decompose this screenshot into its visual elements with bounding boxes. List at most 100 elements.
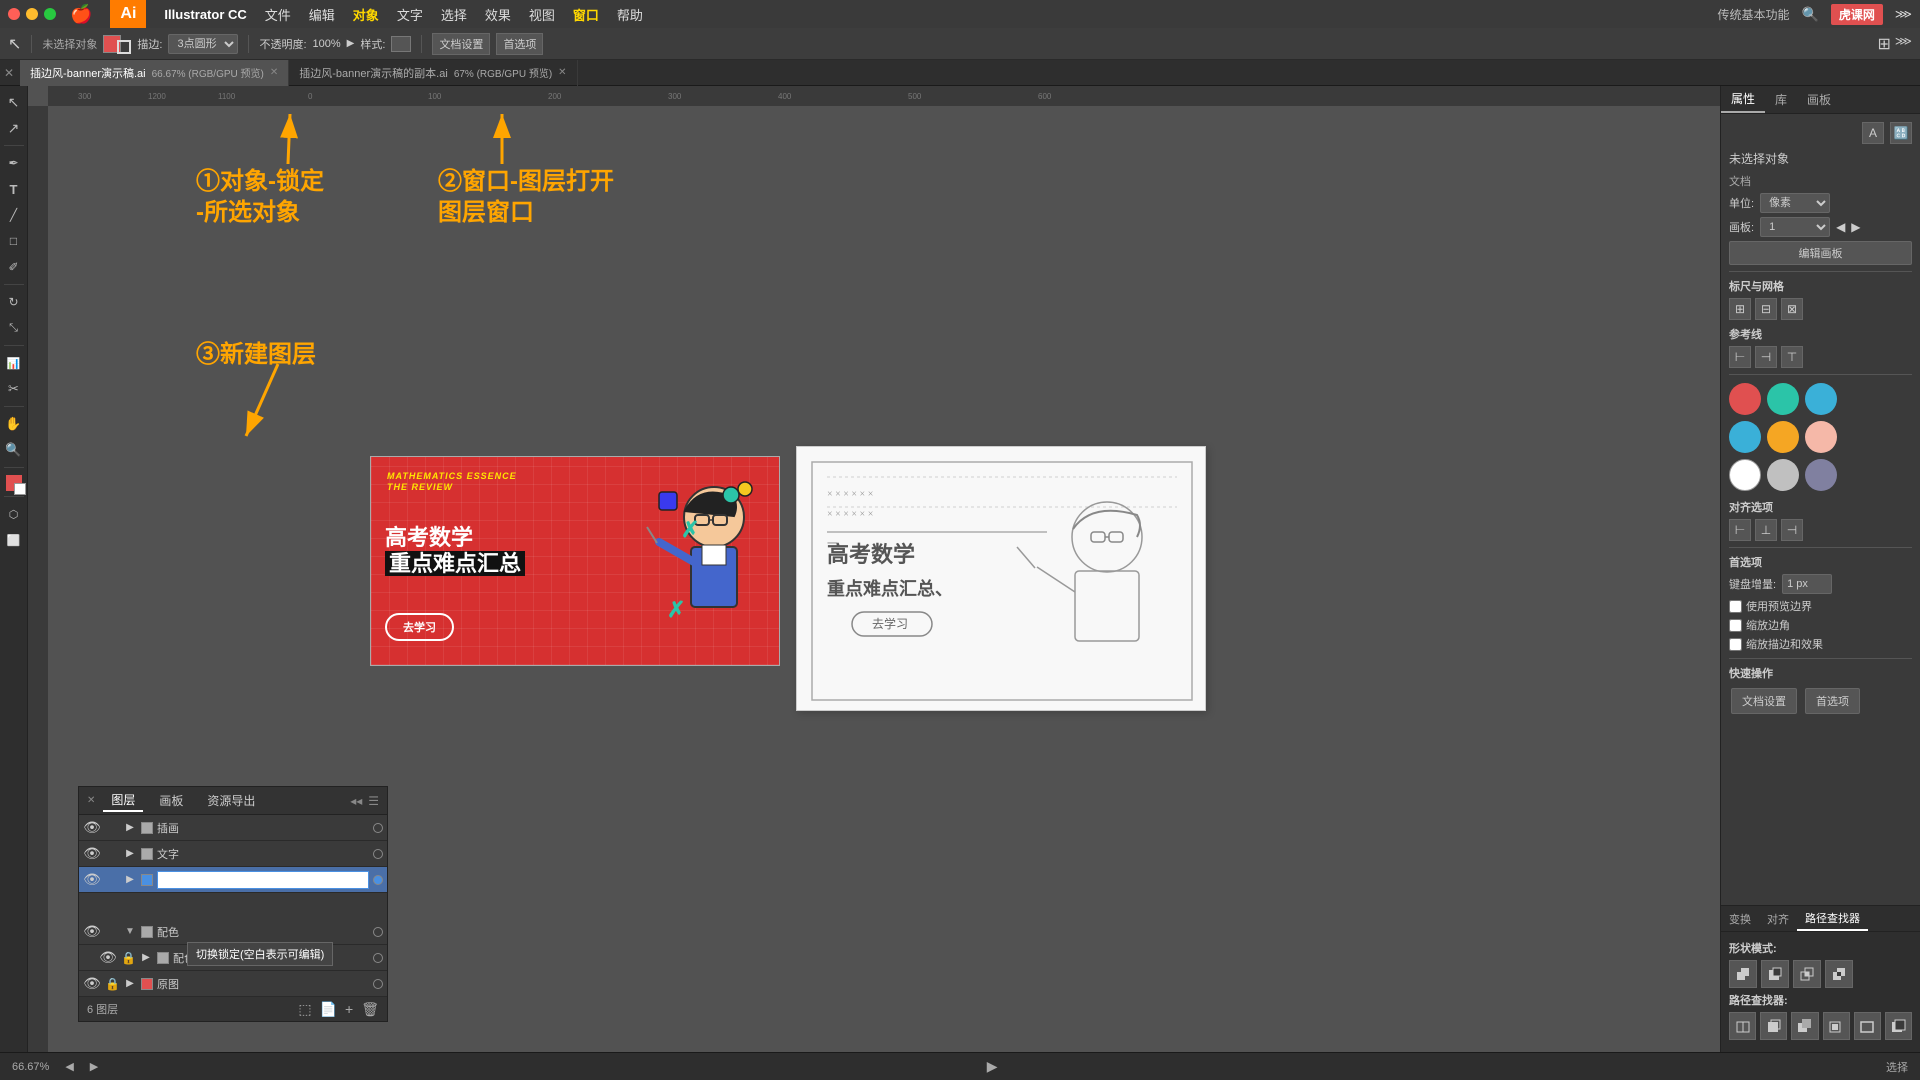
zoom-increase[interactable]: ▶ <box>90 1060 98 1073</box>
menu-edit[interactable]: 编辑 <box>301 3 343 26</box>
opacity-expand[interactable]: ▶ <box>347 38 355 49</box>
unit-select[interactable]: 像素 毫米 厘米 <box>1760 193 1830 213</box>
quick-preferences[interactable]: 首选项 <box>1805 688 1860 714</box>
use-preview-bounds-check[interactable]: 使用预览边界 <box>1729 598 1912 614</box>
fill-color-box[interactable] <box>6 475 22 491</box>
artboard-select[interactable]: 1 <box>1760 217 1830 237</box>
close-panel-icon[interactable]: ✕ <box>87 795 95 806</box>
rotate-tool[interactable]: ↻ <box>2 290 26 314</box>
new-sublayer-icon[interactable]: 📄 <box>320 1001 337 1018</box>
close-button[interactable] <box>8 8 20 20</box>
crop-button[interactable] <box>1823 1012 1850 1040</box>
search-icon[interactable]: 🔍 <box>1801 6 1818 23</box>
style-swatch[interactable] <box>391 36 411 52</box>
layer-name-input[interactable] <box>157 871 369 889</box>
select-tool[interactable]: ↖ <box>2 90 26 114</box>
trim-button[interactable] <box>1760 1012 1787 1040</box>
stroke-select[interactable]: 3点圆形 <box>168 34 238 54</box>
layer-expand-editing[interactable]: ▶ <box>123 874 137 885</box>
scale-corners-checkbox[interactable] <box>1729 619 1742 632</box>
expand-right-icon[interactable]: ⋙ <box>1895 34 1912 54</box>
tab-transform[interactable]: 变换 <box>1721 906 1759 931</box>
tab-1[interactable]: 插边风-banner演示稿.ai 66.67% (RGB/GPU 预览) ✕ <box>20 60 289 86</box>
minus-back-button[interactable] <box>1885 1012 1912 1040</box>
layer-expand-配色-parent[interactable]: ▼ <box>123 926 137 937</box>
tab-1-close[interactable]: ✕ <box>270 67 278 78</box>
menu-help[interactable]: 帮助 <box>609 3 651 26</box>
guide-icon[interactable]: ⊠ <box>1781 298 1803 320</box>
layer-expand-配色-child[interactable]: ▶ <box>139 952 153 963</box>
rect-tool[interactable]: □ <box>2 229 26 253</box>
guide-align-center[interactable]: ⊣ <box>1755 346 1777 368</box>
layer-expand-文字[interactable]: ▶ <box>123 848 137 859</box>
layer-eye-editing[interactable]: 👁 <box>83 871 101 888</box>
use-preview-bounds-checkbox[interactable] <box>1729 600 1742 613</box>
tab-pathfinder[interactable]: 路径查找器 <box>1797 906 1868 931</box>
zoom-level[interactable]: 66.67% <box>12 1061 49 1073</box>
minimize-button[interactable] <box>26 8 38 20</box>
tab-library[interactable]: 库 <box>1765 86 1797 113</box>
panel-menu-icon[interactable]: ☰ <box>368 794 379 808</box>
scale-strokes-check[interactable]: 缩放描边和效果 <box>1729 636 1912 652</box>
swatch-gray[interactable] <box>1767 459 1799 491</box>
canvas-area[interactable]: 300 1200 1100 0 100 200 300 400 500 600 … <box>28 86 1720 1052</box>
ruler-icon[interactable]: ⊞ <box>1729 298 1751 320</box>
zoom-tool[interactable]: 🔍 <box>2 438 26 462</box>
right-icon-1[interactable]: A <box>1862 122 1884 144</box>
tab-artboard[interactable]: 画板 <box>1797 86 1841 113</box>
doc-settings-button[interactable]: 文档设置 <box>432 33 490 55</box>
menu-effect[interactable]: 效果 <box>477 3 519 26</box>
swatch-lavender[interactable] <box>1805 459 1837 491</box>
guide-distribute[interactable]: ⊤ <box>1781 346 1803 368</box>
change-mode[interactable]: ⬡ <box>2 502 26 526</box>
scale-tool[interactable]: ⤡ <box>2 316 26 340</box>
swatch-salmon[interactable] <box>1805 421 1837 453</box>
layer-eye-配色-child[interactable]: 👁 <box>99 949 117 966</box>
stroke-swatch[interactable] <box>117 40 131 54</box>
artboard-next-icon[interactable]: ▶ <box>1851 220 1860 234</box>
delete-layer-icon[interactable]: 🗑 <box>361 1001 379 1018</box>
preferences-button[interactable]: 首选项 <box>496 33 543 55</box>
swatch-blue[interactable] <box>1805 383 1837 415</box>
layer-expand-原图[interactable]: ▶ <box>123 978 137 989</box>
menu-file[interactable]: 文件 <box>257 3 299 26</box>
tab-artboards[interactable]: 画板 <box>151 790 191 811</box>
divide-button[interactable] <box>1729 1012 1756 1040</box>
menu-window[interactable]: 窗口 <box>565 3 607 26</box>
menu-object[interactable]: 对象 <box>345 3 387 26</box>
line-tool[interactable]: ╱ <box>2 203 26 227</box>
menu-view[interactable]: 视图 <box>521 3 563 26</box>
swatch-orange[interactable] <box>1767 421 1799 453</box>
layer-lock-原图[interactable]: 🔒 <box>105 977 119 991</box>
artboard-prev-icon[interactable]: ◀ <box>1836 220 1845 234</box>
make-clipping-icon[interactable]: ⬚ <box>298 1001 311 1018</box>
intersect-button[interactable] <box>1793 960 1821 988</box>
direct-select-tool[interactable]: ↗ <box>2 116 26 140</box>
layer-eye-文字[interactable]: 👁 <box>83 845 101 862</box>
keyboard-increment-input[interactable] <box>1782 574 1832 594</box>
tab-2[interactable]: 插边风-banner演示稿的副本.ai 67% (RGB/GPU 预览) ✕ <box>289 60 577 86</box>
tab-align[interactable]: 对齐 <box>1759 906 1797 931</box>
zoom-decrease[interactable]: ◀ <box>65 1060 73 1073</box>
apple-menu[interactable]: 🍎 <box>70 4 92 25</box>
scale-strokes-checkbox[interactable] <box>1729 638 1742 651</box>
scale-corners-check[interactable]: 缩放边角 <box>1729 617 1912 633</box>
tab-layers[interactable]: 图层 <box>103 789 143 812</box>
layer-expand-插画[interactable]: ▶ <box>123 822 137 833</box>
guide-align-left[interactable]: ⊢ <box>1729 346 1751 368</box>
swatch-teal[interactable] <box>1767 383 1799 415</box>
expand-icon[interactable]: ⋙ <box>1895 7 1912 21</box>
selection-tool-icon[interactable]: ↖ <box>8 34 21 54</box>
layer-lock-配色-child[interactable]: 🔒 <box>121 951 135 965</box>
paint-tool[interactable]: ✐ <box>2 255 26 279</box>
hand-tool[interactable]: ✋ <box>2 412 26 436</box>
tab-properties[interactable]: 属性 <box>1721 86 1765 113</box>
layer-eye-配色-parent[interactable]: 👁 <box>83 923 101 940</box>
artboard-mode[interactable]: ⬜ <box>2 528 26 552</box>
outline-button[interactable] <box>1854 1012 1881 1040</box>
tab-asset-export[interactable]: 资源导出 <box>199 790 263 811</box>
swatch-cyan[interactable] <box>1729 421 1761 453</box>
minus-front-button[interactable] <box>1761 960 1789 988</box>
new-layer-icon[interactable]: + <box>345 1001 353 1017</box>
unite-button[interactable] <box>1729 960 1757 988</box>
